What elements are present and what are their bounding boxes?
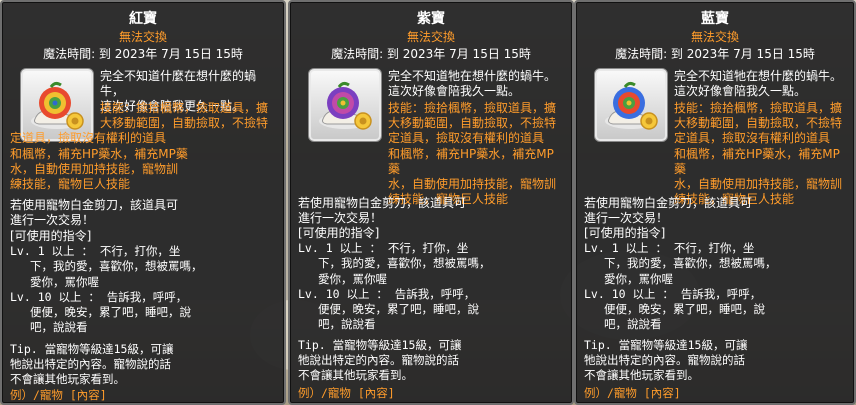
skill-line: 技能：撿拾楓幣，撿取道具，擴 [388, 101, 557, 115]
skill-line: 技能：撿拾楓幣，撿取道具，擴 [674, 101, 843, 115]
commands-header: [可使用的指令] [298, 226, 380, 240]
commands-header: [可使用的指令] [584, 226, 666, 240]
tip-line: 不會讓其他玩家看到。 [298, 368, 413, 383]
command-line: 便便，晚安，累了吧，睡吧，說 [604, 302, 765, 317]
trade-restriction: 無法交換 [690, 30, 739, 44]
description-line: 完全不知道什麼在想什麼的蝸牛， [100, 69, 257, 98]
command-line: 便便，晚安，累了吧，睡吧，說 [30, 305, 191, 320]
skill-line: 水，自動使用加持技能，寵物訓 [674, 177, 843, 192]
pet-name: 藍寶 [701, 11, 729, 27]
command-line: 下，我的愛，喜歡你，想被罵嗎， [604, 256, 777, 271]
description-line: 這次好像會陪我久一點。 [674, 84, 807, 98]
commands-header: [可使用的指令] [10, 229, 92, 243]
scissors-line: 若使用寵物白金剪刀，該道具可 [584, 196, 753, 210]
pet-skills: 技能：撿拾楓幣，撿取道具，擴 大移動範圍，自動撿取，不撿特 定道具，撿取沒有權利… [10, 101, 276, 192]
tip-line: 牠說出特定的內容。寵物說的話 [10, 357, 171, 372]
command-example: 例）/寵物 [內容] [584, 386, 681, 400]
pet-description: 完全不知道牠在想什麼的蝸牛。 這次好像會陪我久一點。 [674, 69, 846, 99]
red-snail-icon [31, 81, 84, 130]
command-line: 吧，說說看 [318, 317, 376, 332]
pet-name: 紫寶 [417, 11, 445, 27]
pet-tooltip-blue: 藍寶 無法交換 魔法時間: 到 2023年 7月 15日 15時 完全不知道牠在… [574, 0, 856, 405]
pet-icon-frame [308, 68, 382, 142]
expire-time: 魔法時間: 到 2023年 7月 15日 15時 [615, 47, 815, 61]
skill-line: 定道具，撿取沒有權利的道具 [674, 131, 831, 146]
command-line: Lv. 1 以上 ： 不行，打你，坐 [10, 244, 181, 259]
command-line: 愛你，罵你喔 [30, 274, 99, 289]
skill-line: 水，自動使用加持技能，寵物訓 [388, 177, 557, 192]
skill-line: 大移動範圍，自動撿取，不撿特 [388, 116, 557, 131]
commands-section: [可使用的指令] Lv. 1 以上 ： 不行，打你，坐 下，我的愛，喜歡你，想被… [584, 226, 846, 332]
command-example: 例）/寵物 [內容] [298, 386, 395, 400]
tip-line: Tip. 當寵物等級達15級，可讓 [10, 342, 174, 356]
expire-time: 魔法時間: 到 2023年 7月 15日 15時 [331, 47, 531, 61]
expire-time: 魔法時間: 到 2023年 7月 15日 15時 [43, 47, 243, 61]
command-line: 便便，晚安，累了吧，睡吧，說 [318, 302, 479, 317]
tip-section: Tip. 當寵物等級達15級，可讓 牠說出特定的內容。寵物說的話 不會讓其他玩家… [298, 338, 564, 384]
commands-section: [可使用的指令] Lv. 1 以上 ： 不行，打你，坐 下，我的愛，喜歡你，想被… [10, 229, 276, 335]
scissors-note: 若使用寵物白金剪刀，該道具可 進行一次交易！ [298, 196, 564, 226]
tip-line: Tip. 當寵物等級達15級，可讓 [584, 338, 748, 352]
skill-line: 定道具，撿取沒有權利的道具 [388, 131, 545, 146]
command-line: Lv. 1 以上 ： 不行，打你，坐 [298, 241, 469, 256]
skill-line: 水，自動使用加持技能，寵物訓 [10, 161, 179, 176]
commands-section: [可使用的指令] Lv. 1 以上 ： 不行，打你，坐 下，我的愛，喜歡你，想被… [298, 226, 564, 332]
skill-line: 和楓幣，補充HP藥水，補充MP藥 [388, 146, 554, 176]
tip-line: 牠說出特定的內容。寵物說的話 [584, 353, 745, 368]
skill-line: 大移動範圍，自動撿取，不撿特 [674, 116, 843, 131]
description-line: 這次好像會陪我久一點。 [388, 84, 521, 98]
trade-restriction: 無法交換 [118, 30, 167, 44]
command-line: 吧，說說看 [30, 320, 88, 335]
scissors-note: 若使用寵物白金剪刀，該道具可 進行一次交易！ [584, 196, 846, 226]
command-line: 愛你，罵你喔 [604, 271, 673, 286]
command-line: 下，我的愛，喜歡你，想被罵嗎， [30, 259, 203, 274]
purple-snail-icon [319, 81, 372, 130]
command-example: 例）/寵物 [內容] [10, 388, 107, 402]
command-line: Lv. 10 以上 ： 告訴我，呼呼， [298, 286, 476, 301]
tip-line: 牠說出特定的內容。寵物說的話 [298, 353, 459, 368]
command-line: Lv. 10 以上 ： 告訴我，呼呼， [10, 289, 188, 304]
command-line: Lv. 10 以上 ： 告訴我，呼呼， [584, 286, 762, 301]
command-line: 下，我的愛，喜歡你，想被罵嗎， [318, 256, 491, 271]
tip-section: Tip. 當寵物等級達15級，可讓 牠說出特定的內容。寵物說的話 不會讓其他玩家… [10, 342, 276, 388]
scissors-line: 進行一次交易！ [298, 211, 383, 226]
pet-description: 完全不知道牠在想什麼的蝸牛。 這次好像會陪我久一點。 [388, 69, 564, 99]
blue-snail-icon [605, 81, 658, 130]
scissors-line: 若使用寵物白金剪刀，該道具可 [10, 198, 179, 212]
description-line: 完全不知道牠在想什麼的蝸牛。 [388, 69, 557, 83]
command-line: Lv. 1 以上 ： 不行，打你，坐 [584, 241, 755, 256]
tip-line: 不會讓其他玩家看到。 [584, 368, 699, 383]
scissors-line: 進行一次交易！ [584, 211, 669, 226]
pet-icon-frame [594, 68, 668, 142]
scissors-line: 若使用寵物白金剪刀，該道具可 [298, 196, 467, 210]
pet-name: 紅寶 [129, 11, 157, 27]
trade-restriction: 無法交換 [406, 30, 455, 44]
description-line: 完全不知道牠在想什麼的蝸牛。 [674, 69, 843, 83]
skill-line: 和楓幣，補充HP藥水，補充MP藥 [674, 146, 840, 176]
pet-tooltip-purple: 紫寶 無法交換 魔法時間: 到 2023年 7月 15日 15時 完全不知道牠在… [288, 0, 574, 405]
command-line: 吧，說說看 [604, 317, 662, 332]
tip-line: Tip. 當寵物等級達15級，可讓 [298, 338, 462, 352]
scissors-line: 進行一次交易！ [10, 213, 95, 228]
skill-line: 練技能，寵物巨人技能 [10, 177, 131, 192]
scissors-note: 若使用寵物白金剪刀，該道具可 進行一次交易！ [10, 198, 276, 228]
tip-section: Tip. 當寵物等級達15級，可讓 牠說出特定的內容。寵物說的話 不會讓其他玩家… [584, 338, 846, 384]
skill-line: 定道具，撿取沒有權利的道具 [10, 131, 167, 146]
pet-skills: 技能：撿拾楓幣，撿取道具，擴 大移動範圍，自動撿取，不撿特 定道具，撿取沒有權利… [388, 101, 564, 207]
pet-tooltip-red: 紅寶 無法交換 魔法時間: 到 2023年 7月 15日 15時 完全不知道什麼… [0, 0, 286, 405]
skill-line: 大移動範圍，自動撿取，不撿特 [100, 116, 269, 131]
skill-line: 技能：撿拾楓幣，撿取道具，擴 [100, 101, 269, 115]
command-line: 愛你，罵你喔 [318, 271, 387, 286]
pet-skills: 技能：撿拾楓幣，撿取道具，擴 大移動範圍，自動撿取，不撿特 定道具，撿取沒有權利… [674, 101, 846, 207]
tip-line: 不會讓其他玩家看到。 [10, 372, 125, 387]
skill-line: 和楓幣，補充HP藥水，補充MP藥 [10, 146, 188, 161]
